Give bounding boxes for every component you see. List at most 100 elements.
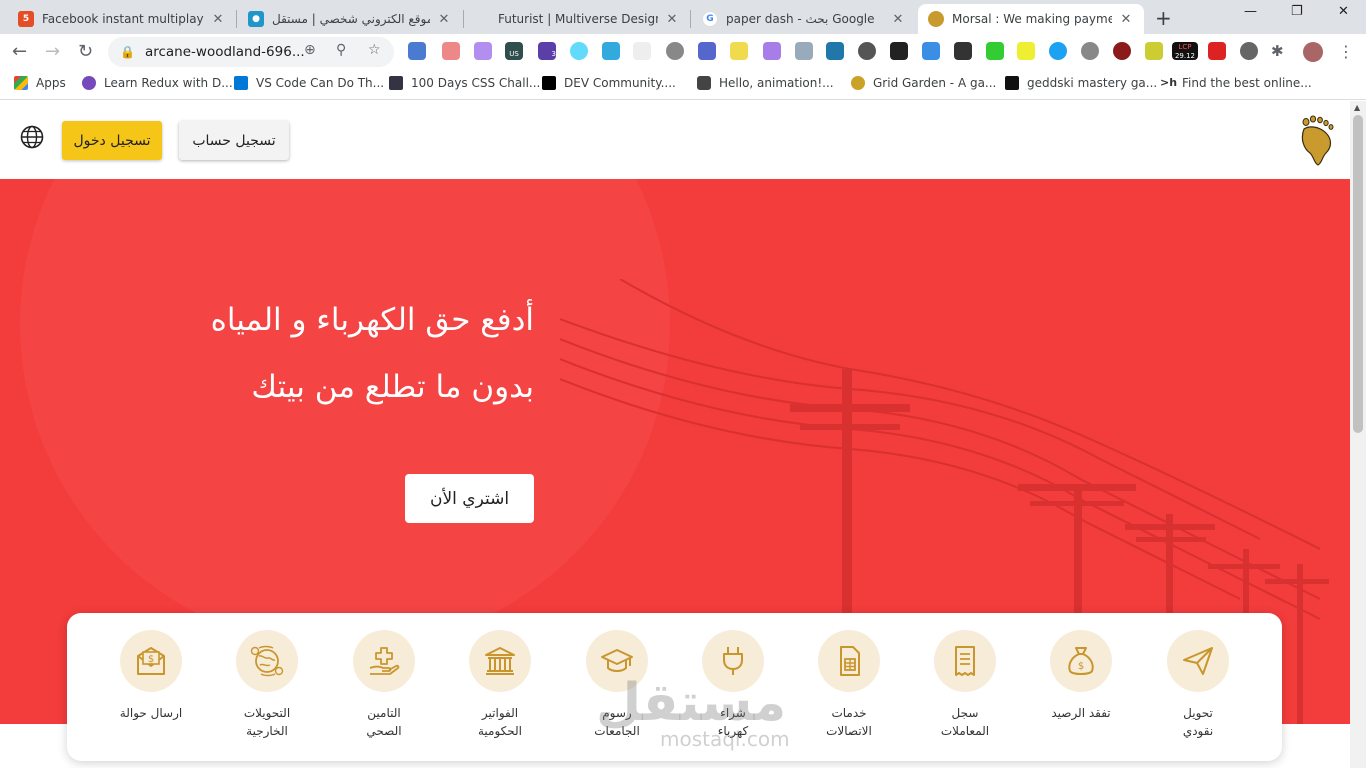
extension-icon[interactable] [1049, 42, 1067, 60]
js-extension-icon[interactable] [730, 42, 748, 60]
mostaql-icon: ● [248, 11, 264, 27]
reload-icon[interactable]: ↻ [78, 41, 93, 62]
extension-icon[interactable] [826, 42, 844, 60]
login-button[interactable]: تسجيل دخول [62, 121, 162, 160]
bookmark-item[interactable]: >h Find the best online... [1160, 76, 1312, 90]
service-label: تفقد الرصيد [1051, 706, 1111, 720]
money-envelope-icon: $ [137, 647, 165, 675]
extension-icon[interactable] [666, 42, 684, 60]
extension-icon[interactable] [1240, 42, 1258, 60]
extension-icon[interactable] [986, 42, 1004, 60]
browser-tab[interactable]: ● موقع الكتروني شخصي | مستقل ✕ [238, 4, 462, 34]
service-item[interactable]: سجل المعاملات [907, 630, 1023, 740]
signup-button[interactable]: تسجيل حساب [179, 121, 289, 160]
minimize-icon[interactable]: — [1244, 4, 1257, 19]
add-site-icon[interactable]: ⊕ [304, 42, 316, 58]
extension-icon[interactable] [474, 42, 492, 60]
service-label: سجل المعاملات [940, 706, 990, 738]
extension-icon[interactable]: 3 [538, 42, 556, 60]
close-icon[interactable]: ✕ [436, 12, 452, 27]
service-item[interactable]: التامين الصحي [326, 630, 442, 740]
browser-toolbar: ← → ↻ 🔒 arcane-woodland-696... ⊕ ⚲ ☆ US … [0, 34, 1366, 70]
service-icon-circle: $ [120, 630, 182, 692]
browser-tab[interactable]: G paper dash - بحث Google ✕ [692, 4, 916, 34]
browser-tab-strip: 5 Facebook instant multiplayer g ✕ ● موق… [0, 0, 1366, 34]
window-close-icon[interactable]: ✕ [1338, 4, 1349, 19]
close-icon[interactable]: ✕ [664, 12, 680, 27]
lcp-extension-icon[interactable]: LCP 29.12 [1172, 42, 1198, 60]
restore-icon[interactable]: ❐ [1291, 4, 1303, 19]
bookmark-item[interactable]: 100 Days CSS Chall... [389, 76, 540, 90]
menu-dots-icon[interactable]: ⋮ [1338, 42, 1356, 61]
scroll-up-icon[interactable]: ▲ [1354, 103, 1360, 112]
globe-language-icon[interactable] [20, 125, 44, 149]
geddski-icon [1005, 76, 1019, 90]
extension-icon[interactable] [602, 42, 620, 60]
close-icon[interactable]: ✕ [210, 12, 226, 27]
blank-page-icon [474, 11, 490, 27]
translate-extension-icon[interactable] [408, 42, 426, 60]
service-label: ارسال حوالة [119, 706, 183, 720]
tab-title: Facebook instant multiplayer g [42, 12, 204, 26]
extension-icon[interactable] [1017, 42, 1035, 60]
scrollbar-thumb[interactable] [1353, 115, 1363, 433]
extension-icon[interactable] [698, 42, 716, 60]
service-item[interactable]: $ ارسال حوالة [93, 630, 209, 722]
camera-extension-icon[interactable] [795, 42, 813, 60]
bookmark-item[interactable]: Grid Garden - A ga... [851, 76, 996, 90]
service-item[interactable]: تحويل نقودي [1140, 630, 1256, 740]
service-icon-circle [818, 630, 880, 692]
site-header: تسجيل دخول تسجيل حساب [0, 101, 1350, 179]
wikipedia-icon[interactable] [633, 42, 651, 60]
close-icon[interactable]: ✕ [890, 12, 906, 27]
extension-icon[interactable] [1208, 42, 1226, 60]
bookmark-item[interactable]: DEV Community.... [542, 76, 676, 90]
morsal-logo[interactable] [1296, 115, 1336, 167]
vscode-icon [234, 76, 248, 90]
back-icon[interactable]: ← [12, 41, 27, 62]
extension-icon[interactable] [858, 42, 876, 60]
bookmark-item[interactable]: Hello, animation!... [697, 76, 834, 90]
gear-icon[interactable] [1081, 42, 1099, 60]
service-item[interactable]: $ تفقد الرصيد [1023, 630, 1139, 722]
extension-icon[interactable] [442, 42, 460, 60]
service-item[interactable]: خدمات الاتصالات [791, 630, 907, 740]
extension-icon[interactable] [1113, 42, 1131, 60]
hero-title-line2: بدون ما تطلع من بيتك [251, 369, 534, 405]
browser-tab-active[interactable]: Morsal : We making payment e ✕ [918, 4, 1144, 34]
close-icon[interactable]: ✕ [1118, 12, 1134, 27]
puzzle-extensions-icon[interactable]: ✱ [1271, 42, 1289, 60]
morsal-logo-icon [928, 11, 944, 27]
react-devtools-icon[interactable] [570, 42, 588, 60]
browser-tab[interactable]: 5 Facebook instant multiplayer g ✕ [8, 4, 236, 34]
extension-icon[interactable] [890, 42, 908, 60]
bookmark-item[interactable]: Learn Redux with D... [82, 76, 233, 90]
url-text[interactable]: arcane-woodland-696... [145, 44, 305, 60]
us-extension-icon[interactable]: US [505, 42, 523, 60]
zoom-icon[interactable]: ⚲ [336, 42, 346, 58]
extension-icon[interactable] [954, 42, 972, 60]
bookmark-star-icon[interactable]: ☆ [368, 42, 381, 58]
service-item[interactable]: التحويلات الخارجية [209, 630, 325, 740]
health-hand-icon [369, 647, 400, 675]
buy-now-button[interactable]: اشتري الأن [405, 474, 534, 523]
avatar[interactable] [1303, 42, 1323, 62]
globe-transfer-icon [250, 645, 284, 677]
forward-icon[interactable]: → [45, 41, 60, 62]
bookmarks-bar: Apps Learn Redux with D... VS Code Can D… [0, 70, 1366, 100]
extension-icon[interactable] [922, 42, 940, 60]
extension-icon[interactable] [763, 42, 781, 60]
service-label: التحويلات الخارجية [243, 706, 291, 738]
service-label: تحويل نقودي [1182, 706, 1214, 738]
service-label: الفواتير الحكومية [477, 706, 523, 738]
bookmark-item[interactable]: geddski mastery ga... [1005, 76, 1157, 90]
tab-title: Morsal : We making payment e [952, 12, 1112, 26]
address-bar[interactable]: 🔒 arcane-woodland-696... ⊕ ⚲ ☆ [108, 37, 394, 67]
browser-tab[interactable]: Futurist | Multiverse Design ✕ [464, 4, 690, 34]
new-tab-button[interactable]: + [1155, 6, 1172, 30]
bookmark-apps[interactable]: Apps [14, 76, 66, 90]
extension-icon[interactable] [1145, 42, 1163, 60]
service-item[interactable]: الفواتير الحكومية [442, 630, 558, 740]
page-scrollbar[interactable]: ▲ [1350, 101, 1366, 768]
bookmark-item[interactable]: VS Code Can Do Th... [234, 76, 384, 90]
